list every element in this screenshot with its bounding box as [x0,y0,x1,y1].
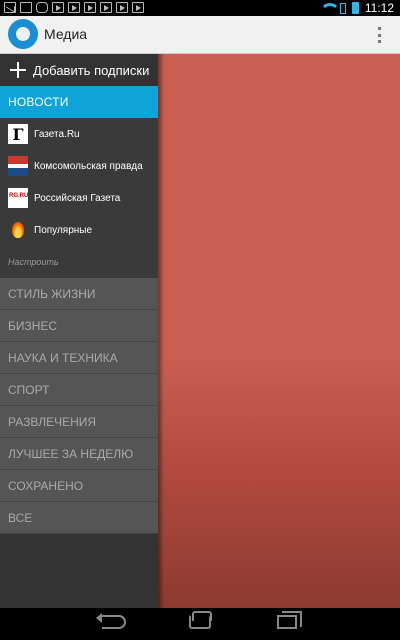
source-label: Популярные [34,224,93,236]
source-item-popular[interactable]: Популярные [0,214,158,246]
category-item-science-tech[interactable]: НАУКА И ТЕХНИКА [0,342,158,374]
gamepad-notification-icon [36,2,48,13]
source-label: Российская Газета [34,192,121,204]
rg-logo-icon [8,188,28,208]
battery-icon [351,2,359,14]
notification-icons [4,2,144,13]
recent-apps-icon[interactable] [277,611,302,629]
fire-icon [8,220,28,240]
category-item-entertainment[interactable]: РАЗВЛЕЧЕНИЯ [0,406,158,438]
status-time: 11:12 [364,1,394,15]
play-notification-icon [132,2,144,13]
action-bar: Медиа [0,16,400,54]
status-bar: 11:12 [0,0,400,16]
app-logo-icon[interactable] [8,19,38,49]
app-title: Медиа [44,26,88,42]
play-notification-icon [68,2,80,13]
gazeta-ru-logo-icon: Г [8,124,28,144]
plus-icon [10,62,26,78]
navigation-drawer: Добавить подписки НОВОСТИ Г Газета.Ru Ко… [0,54,158,608]
category-item-best-of-week[interactable]: ЛУЧШЕЕ ЗА НЕДЕЛЮ [0,438,158,470]
kp-logo-icon [8,156,28,176]
add-subscriptions-label: Добавить подписки [33,62,150,78]
drawer-shadow [158,54,164,608]
category-item-all[interactable]: ВСЕ [0,502,158,534]
system-nav-bar [0,608,400,640]
back-icon[interactable] [96,613,126,629]
play-notification-icon [116,2,128,13]
source-label: Газета.Ru [34,128,80,140]
source-item-kp[interactable]: Комсомольская правда [0,150,158,182]
source-item-rg[interactable]: Российская Газета [0,182,158,214]
section-news[interactable]: НОВОСТИ [0,86,158,118]
settings-link[interactable]: Настроить [0,246,158,278]
content-area[interactable] [158,54,400,608]
bluetooth-icon [339,2,346,14]
wifi-icon [319,3,340,13]
source-item-gazeta[interactable]: Г Газета.Ru [0,118,158,150]
overflow-menu-icon[interactable] [378,27,382,43]
category-item-sport[interactable]: СПОРТ [0,374,158,406]
category-item-business[interactable]: БИЗНЕС [0,310,158,342]
play-notification-icon [84,2,96,13]
mail-notification-icon [4,2,16,13]
image-notification-icon [20,2,32,13]
source-label: Комсомольская правда [34,160,143,172]
category-item-saved[interactable]: СОХРАНЕНО [0,470,158,502]
home-icon[interactable] [189,611,212,629]
add-subscriptions-button[interactable]: Добавить подписки [0,54,158,86]
system-icons: 11:12 [319,1,394,15]
play-notification-icon [52,2,64,13]
play-notification-icon [100,2,112,13]
category-item-lifestyle[interactable]: СТИЛЬ ЖИЗНИ [0,278,158,310]
